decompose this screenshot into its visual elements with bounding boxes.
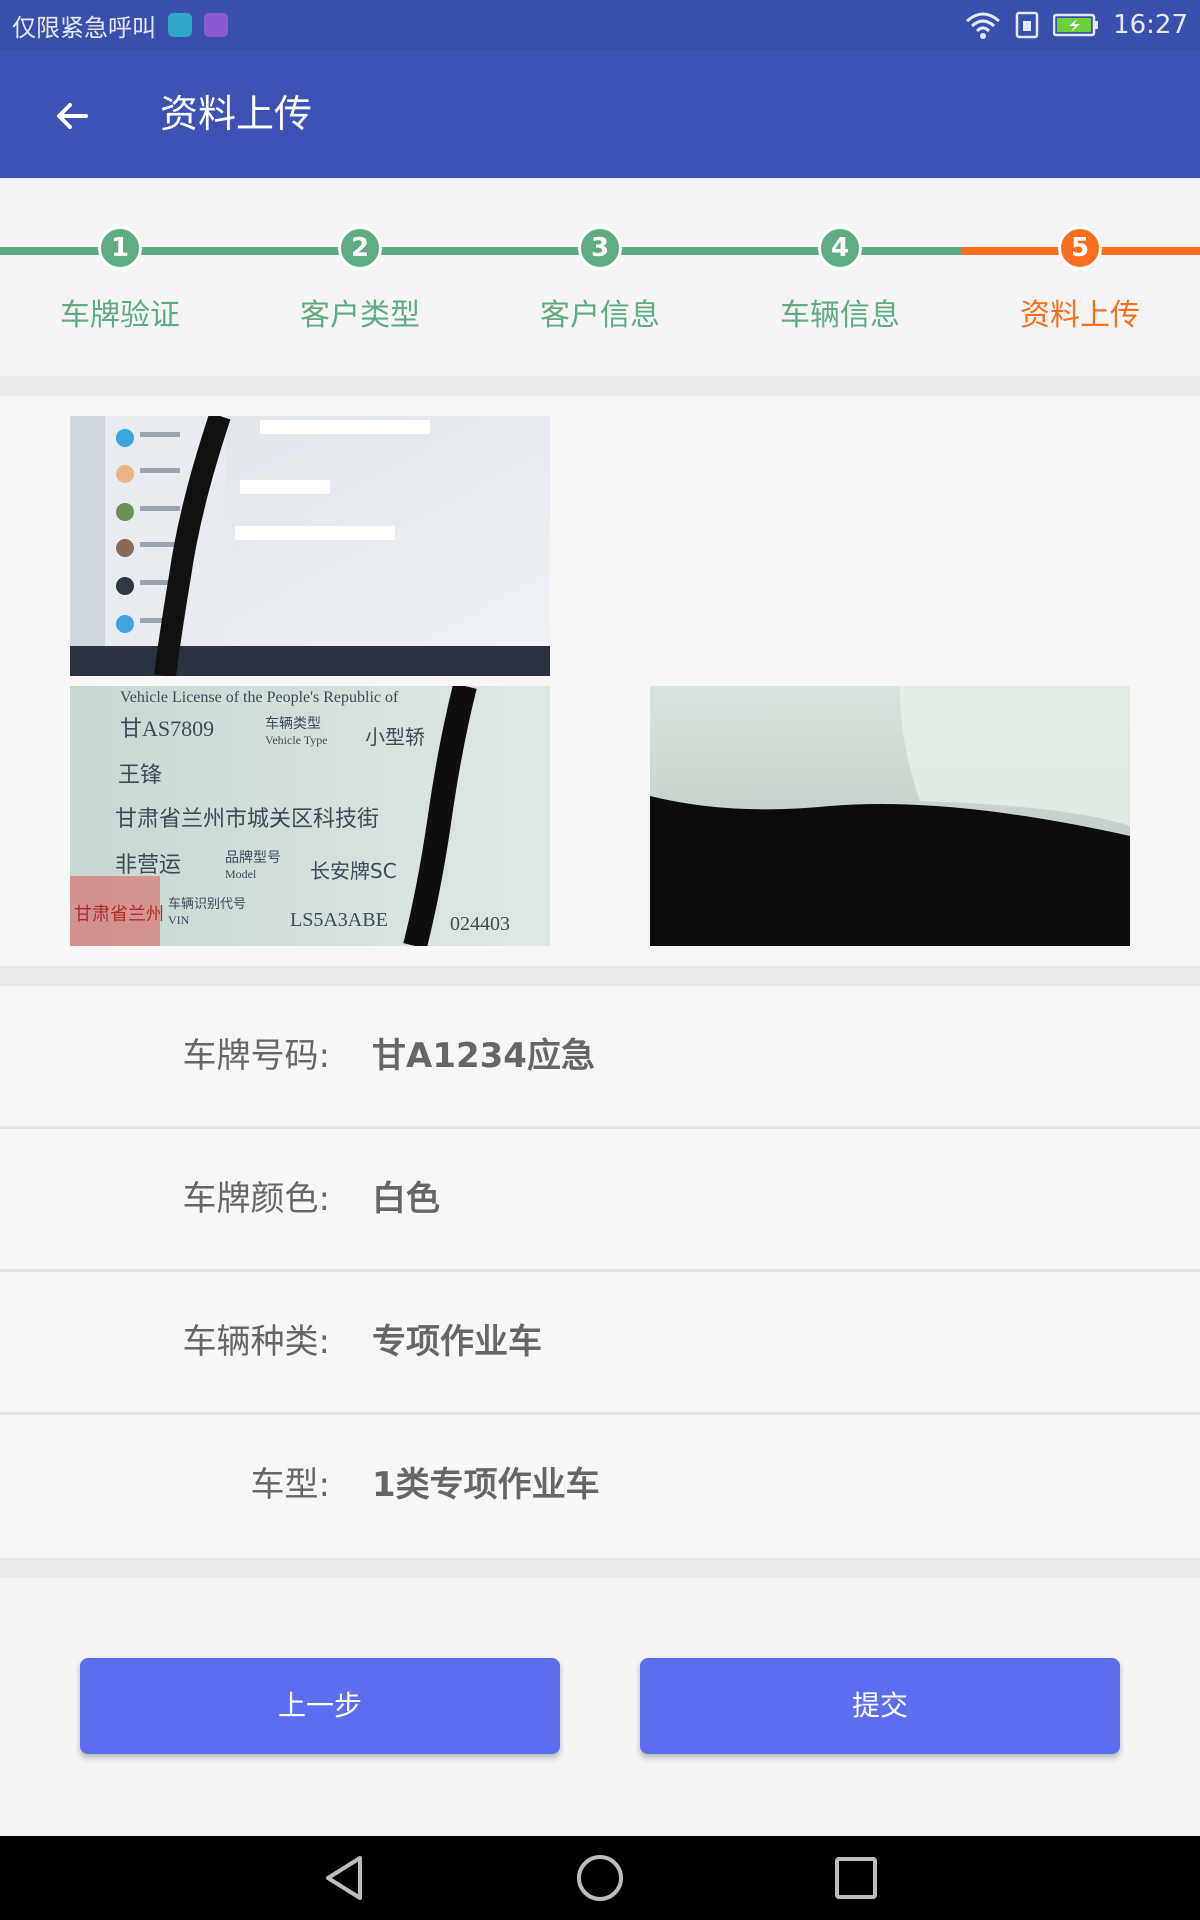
license-model-en: Model: [225, 867, 257, 881]
license-model-label: 品牌型号: [225, 849, 281, 866]
step-label: 车牌验证: [60, 298, 180, 333]
step-label: 资料上传: [1020, 298, 1140, 333]
step-number: 2: [338, 226, 382, 270]
status-left: 仅限紧急呼叫: [12, 0, 228, 50]
license-vin-en: VIN: [168, 913, 190, 927]
clock: 16:27: [1113, 10, 1188, 40]
nav-recents-button[interactable]: [826, 1848, 886, 1908]
section-divider: [0, 1558, 1200, 1578]
nav-recents-icon: [835, 1857, 877, 1899]
info-value: 专项作业车: [372, 1322, 542, 1362]
progress-stepper: 1 车牌验证 2 客户类型 3 客户信息 4 车辆信息 5 资料上传: [0, 178, 1200, 376]
info-row-vehicle-category: 车辆种类: 专项作业车: [0, 1272, 1200, 1415]
uploaded-photo-vehicle-license[interactable]: Vehicle License of the People's Republic…: [70, 686, 550, 946]
license-model: 长安牌SC: [310, 859, 397, 883]
section-divider: [0, 966, 1200, 986]
step-number: 3: [578, 226, 622, 270]
vehicle-info: 车牌号码: 甘A1234应急 车牌颜色: 白色 车辆种类: 专项作业车 车型: …: [0, 986, 1200, 1558]
info-value: 甘A1234应急: [372, 1036, 595, 1076]
app-bar: 资料上传: [0, 50, 1200, 178]
submit-button[interactable]: 提交: [640, 1658, 1120, 1754]
step-2: 2 客户类型: [240, 226, 480, 346]
step-number: 5: [1058, 226, 1102, 270]
license-header: Vehicle License of the People's Republic…: [120, 689, 399, 706]
info-value: 1类专项作业车: [372, 1465, 600, 1505]
carrier-text: 仅限紧急呼叫: [12, 13, 156, 42]
info-row-plate-color: 车牌颜色: 白色: [0, 1129, 1200, 1272]
battery-charging-icon: [1053, 13, 1099, 37]
license-vehicle-type-en: Vehicle Type: [265, 733, 328, 747]
step-5: 5 资料上传: [960, 226, 1200, 346]
info-label: 车牌号码:: [182, 1036, 330, 1076]
license-plate: 甘AS7809: [120, 716, 214, 741]
android-debug-icon: [168, 13, 192, 37]
info-label: 车牌颜色:: [182, 1179, 330, 1219]
license-vehicle-type-label: 车辆类型: [265, 715, 321, 732]
back-button[interactable]: [40, 84, 104, 148]
license-stamp: 甘肃省兰州: [74, 904, 164, 925]
license-owner: 王锋: [118, 763, 162, 788]
step-3: 3 客户信息: [480, 226, 720, 346]
nav-back-button[interactable]: [314, 1848, 374, 1908]
license-address: 甘肃省兰州市城关区科技街: [115, 807, 379, 832]
step-4: 4 车辆信息: [720, 226, 960, 346]
license-vin-tail: 024403: [450, 913, 510, 935]
info-value: 白色: [372, 1179, 440, 1219]
info-row-plate-number: 车牌号码: 甘A1234应急: [0, 986, 1200, 1129]
page-title: 资料上传: [160, 92, 313, 136]
info-label: 车型:: [250, 1465, 330, 1505]
nav-home-button[interactable]: [570, 1848, 630, 1908]
info-row-vehicle-model: 车型: 1类专项作业车: [0, 1415, 1200, 1558]
step-label: 车辆信息: [780, 298, 900, 333]
arrow-left-icon: [57, 103, 88, 129]
sim-icon: [1015, 11, 1039, 39]
previous-step-button[interactable]: 上一步: [80, 1658, 560, 1754]
wifi-icon: [966, 12, 1001, 39]
step-number: 1: [98, 226, 142, 270]
step-label: 客户类型: [300, 298, 420, 333]
info-label: 车辆种类:: [182, 1322, 330, 1362]
status-bar: 仅限紧急呼叫 16:27: [0, 0, 1200, 50]
uploaded-photos: Vehicle License of the People's Republic…: [0, 396, 1200, 966]
nav-back-icon: [326, 1856, 362, 1900]
section-divider: [0, 376, 1200, 396]
license-vin-label: 车辆识别代号: [168, 896, 246, 912]
step-1: 1 车牌验证: [0, 226, 240, 346]
system-nav-bar: [0, 1836, 1200, 1920]
nav-home-icon: [577, 1855, 623, 1901]
uploaded-photo-3[interactable]: [650, 686, 1130, 946]
license-vin: LS5A3ABE: [290, 909, 388, 931]
license-use-character: 非营运: [115, 853, 181, 878]
status-right: 16:27: [965, 0, 1188, 50]
step-number: 4: [818, 226, 862, 270]
image-notification-icon: [204, 13, 228, 37]
license-vehicle-type: 小型轿: [365, 725, 425, 749]
step-label: 客户信息: [540, 298, 660, 333]
uploaded-photo-1[interactable]: [70, 416, 550, 676]
